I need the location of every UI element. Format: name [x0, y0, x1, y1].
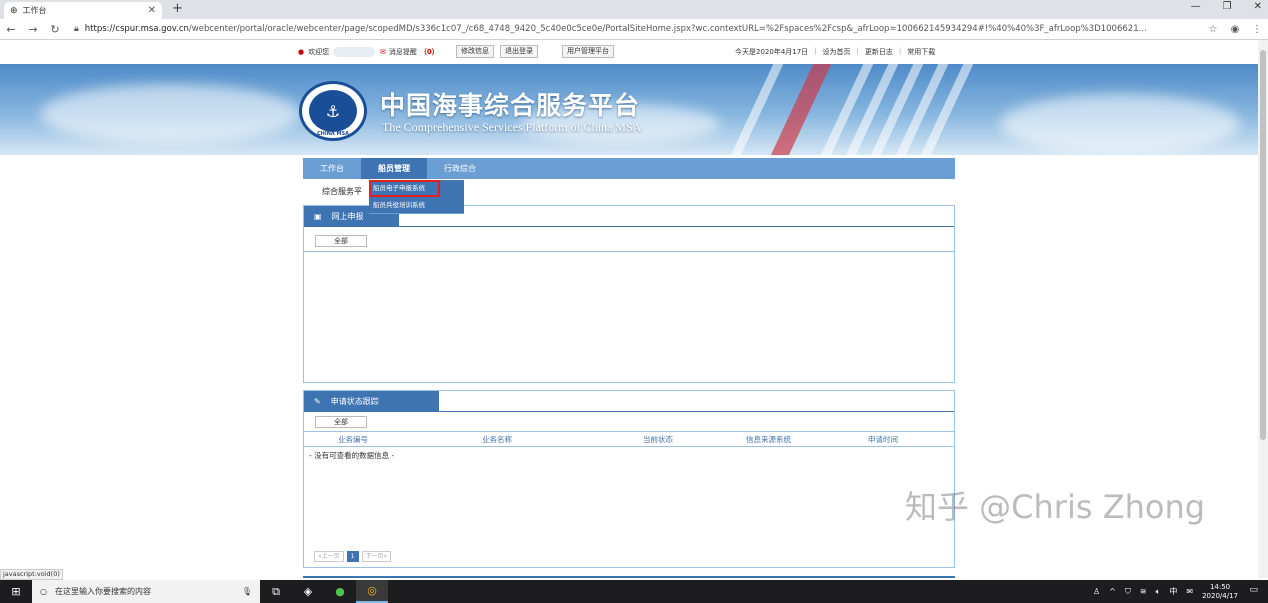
- new-tab-button[interactable]: +: [172, 1, 183, 16]
- wifi-icon[interactable]: ≋: [1140, 587, 1147, 596]
- app-icon[interactable]: ◈: [292, 580, 324, 603]
- breadcrumb: 综合服务平: [322, 187, 362, 196]
- tab-close-icon[interactable]: ✕: [148, 5, 156, 16]
- url-path: /webcenter/portal/oracle/webcenter/page/…: [188, 24, 1147, 34]
- browser-tabstrip: ⊕ 工作台 ✕ + — ❐ ✕: [0, 0, 1268, 19]
- pager: «上一页 1 下一页»: [314, 551, 392, 562]
- downloads-link[interactable]: 常用下载: [907, 47, 935, 57]
- watermark: 知乎 @Chris Zhong: [905, 488, 1206, 526]
- banner-stripes: [722, 64, 980, 155]
- volume-icon[interactable]: 🔈︎: [1156, 587, 1161, 597]
- user-platform-button[interactable]: 用户管理平台: [562, 45, 614, 58]
- col-apply-time[interactable]: 申请时间: [868, 434, 898, 445]
- tab-title: 工作台: [22, 6, 47, 15]
- emblem-text: CHINA MSA: [317, 131, 349, 137]
- pager-current[interactable]: 1: [346, 551, 359, 562]
- site-title: 中国海事综合服务平台: [380, 91, 641, 120]
- search-circle-icon: ○: [40, 587, 47, 596]
- pager-next[interactable]: 下一页»: [361, 551, 392, 562]
- logout-button[interactable]: 退出登录: [500, 45, 538, 58]
- minimize-icon[interactable]: —: [1191, 1, 1201, 12]
- pager-prev[interactable]: «上一页: [314, 551, 344, 562]
- taskbar: ⊞ ○ 在这里输入你要搜索的内容 🎙︎ ⧉ ◈ ● ◎ ♙ ^ ⛉ ≋ 🔈︎ 中…: [0, 580, 1268, 603]
- status-table-header: 业务编号 业务名称 当前状态 信息来源系统 申请时间: [304, 431, 954, 447]
- lock-icon: 🔒︎: [74, 24, 79, 34]
- briefcase-icon: ▣: [314, 212, 322, 221]
- edit-info-button[interactable]: 修改信息: [456, 45, 494, 58]
- empty-message: - 没有可查看的数据信息 -: [309, 451, 395, 460]
- globe-icon: ⊕: [10, 5, 18, 16]
- panel-status-tab[interactable]: ✎ 申请状态跟踪: [304, 391, 439, 412]
- notification-icon[interactable]: ▭: [1249, 585, 1258, 595]
- blurred-username: [333, 47, 376, 57]
- col-current-status[interactable]: 当前状态: [643, 434, 673, 445]
- status-filter-all-button[interactable]: 全部: [315, 416, 367, 428]
- anchor-icon: ⚓: [309, 90, 357, 132]
- url-field[interactable]: 🔒︎ https://cspur.msa.gov.cn/webcenter/po…: [74, 24, 1202, 34]
- shield-icon[interactable]: ⛉: [1125, 587, 1131, 597]
- taskbar-search[interactable]: ○ 在这里输入你要搜索的内容 🎙︎: [32, 580, 260, 603]
- menu-item-crew-e-declaration[interactable]: 船员电子申报系统: [369, 180, 440, 197]
- forward-icon[interactable]: →: [22, 23, 44, 36]
- mail-icon[interactable]: ✉: [1186, 587, 1193, 596]
- window-controls: — ❐ ✕: [1191, 1, 1262, 12]
- site-subtitle: The Comprehensive Services Platform of C…: [382, 120, 642, 134]
- panel-application-status: ✎ 申请状态跟踪 全部 业务编号 业务名称 当前状态 信息来源系统 申请时间 -…: [303, 390, 955, 568]
- bookmark-star-icon[interactable]: ☆: [1202, 24, 1224, 35]
- close-window-icon[interactable]: ✕: [1254, 1, 1262, 12]
- chrome-icon[interactable]: ◎: [356, 580, 388, 603]
- main-nav: 工作台 船员管理 行政综合: [303, 158, 955, 179]
- message-icon: ✉: [380, 48, 386, 56]
- panel-online-title: 网上申报: [331, 212, 364, 221]
- status-bar-url: javascript:void(0): [0, 569, 63, 580]
- today-date: 今天是2020年4月17日: [735, 48, 809, 56]
- url-host: https://cspur.msa.gov.cn: [84, 24, 189, 34]
- task-view-icon[interactable]: ⧉: [260, 580, 292, 603]
- col-source-system[interactable]: 信息来源系统: [746, 434, 791, 445]
- next-panel-edge: [303, 576, 955, 578]
- language-icon[interactable]: 中: [1169, 586, 1177, 597]
- messages-link[interactable]: 消息提醒: [389, 47, 417, 57]
- nav-item-admin[interactable]: 行政综合: [427, 158, 493, 179]
- address-bar: ← → ↻ 🔒︎ https://cspur.msa.gov.cn/webcen…: [0, 19, 1268, 40]
- messages-count: （0）: [419, 48, 439, 56]
- browser-tab[interactable]: ⊕ 工作台 ✕: [4, 2, 162, 19]
- crew-management-dropdown: 船员电子申报系统 船员兵役培训系统: [369, 180, 464, 214]
- site-banner: ⚓ CHINA MSA 中国海事综合服务平台 The Comprehensive…: [0, 64, 1258, 155]
- welcome-text: 欢迎您: [308, 48, 330, 56]
- back-icon[interactable]: ←: [0, 23, 22, 36]
- reload-icon[interactable]: ↻: [44, 23, 66, 36]
- taskbar-clock[interactable]: 14:50 2020/4/17: [1202, 583, 1238, 601]
- restore-icon[interactable]: ❐: [1223, 1, 1232, 12]
- windows-start-icon[interactable]: ⊞: [0, 585, 32, 598]
- profile-icon[interactable]: ◉: [1224, 24, 1246, 35]
- china-msa-emblem-logo: ⚓ CHINA MSA: [299, 81, 367, 141]
- wechat-icon[interactable]: ●: [324, 580, 356, 603]
- microphone-icon[interactable]: 🎙︎: [242, 587, 252, 596]
- portal-top-bar: ● 欢迎您 ✉ 消息提醒 （0） 修改信息 退出登录 用户管理平台 今天是202…: [0, 40, 1258, 64]
- clock-time: 14:50: [1209, 582, 1231, 591]
- set-home-link[interactable]: 设为首页: [823, 47, 851, 57]
- nav-item-crew-management[interactable]: 船员管理: [361, 158, 427, 179]
- nav-item-workbench[interactable]: 工作台: [303, 158, 361, 179]
- edit-icon: ✎: [314, 397, 321, 406]
- menu-kebab-icon[interactable]: ⋮: [1246, 24, 1268, 35]
- system-tray: ♙ ^ ⛉ ≋ 🔈︎ 中 ✉ 14:50 2020/4/17: [1093, 580, 1238, 603]
- person-icon[interactable]: ♙: [1093, 587, 1100, 596]
- filter-all-button[interactable]: 全部: [315, 235, 367, 247]
- chevron-up-icon[interactable]: ^: [1109, 587, 1116, 596]
- user-icon: ●: [298, 48, 305, 56]
- page-scrollbar[interactable]: [1258, 40, 1268, 578]
- clock-date: 2020/4/17: [1202, 591, 1238, 600]
- col-business-name[interactable]: 业务名称: [482, 434, 512, 445]
- col-business-no[interactable]: 业务编号: [338, 434, 368, 445]
- panel-status-title: 申请状态跟踪: [330, 397, 379, 406]
- menu-item-crew-training[interactable]: 船员兵役培训系统: [369, 197, 464, 214]
- update-log-link[interactable]: 更新日志: [865, 47, 893, 57]
- search-placeholder: 在这里输入你要搜索的内容: [54, 587, 151, 596]
- panel-online-declaration: ▣ 网上申报 全部: [303, 205, 955, 383]
- scrollbar-thumb[interactable]: [1260, 50, 1266, 440]
